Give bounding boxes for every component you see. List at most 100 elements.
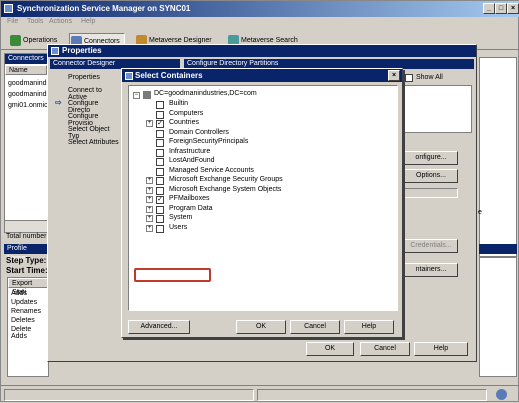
container-checkbox[interactable] [156, 215, 164, 223]
connector-row[interactable]: goodmanind [8, 91, 47, 98]
container-checkbox[interactable] [156, 205, 164, 214]
options-button[interactable]: Options... [404, 169, 458, 183]
connector-row[interactable]: gmi01.onmic [8, 102, 48, 109]
export-stat-header: Export Stati [8, 278, 48, 296]
properties-icon [51, 47, 59, 55]
select-cancel-button[interactable]: Cancel [290, 320, 340, 334]
container-checkbox[interactable] [156, 110, 164, 119]
select-ok-button[interactable]: OK [236, 320, 286, 334]
start-time-label: Start Time: [6, 266, 48, 275]
container-label[interactable]: Users [169, 224, 187, 231]
operations-label: Operations [23, 37, 58, 44]
show-all-checkbox[interactable] [405, 74, 413, 82]
stat-row: Updates [11, 299, 38, 306]
minimize-button[interactable]: _ [483, 3, 495, 14]
expand-icon[interactable]: + [146, 205, 153, 213]
current-step-arrow-icon: ⇨ [55, 98, 62, 107]
select-containers-title: Select Containers [135, 71, 203, 80]
container-label[interactable]: PFMailboxes [169, 195, 209, 202]
title-bar: Synchronization Service Manager on SYNC0… [1, 1, 519, 17]
container-label[interactable]: Computers [169, 110, 203, 117]
operations-icon [10, 35, 21, 46]
container-checkbox[interactable] [156, 101, 164, 109]
container-label[interactable]: Countries [169, 119, 199, 126]
step-type-label: Step Type: [6, 256, 47, 265]
container-label[interactable]: ForeignSecurityPrincipals [169, 138, 248, 145]
expand-icon[interactable]: + [146, 224, 153, 232]
properties-cancel-button[interactable]: Cancel [360, 342, 410, 356]
container-label[interactable]: Managed Service Accounts [169, 167, 254, 174]
container-label[interactable]: Domain Controllers [169, 129, 229, 136]
nav-select-attributes[interactable]: Select Attributes [68, 139, 119, 146]
root-label[interactable]: DC=goodmanindustries,DC=com [154, 90, 257, 97]
container-checkbox[interactable]: ✓ [156, 120, 164, 128]
stat-row: Adds [11, 290, 27, 297]
partition-input[interactable] [404, 188, 458, 198]
container-checkbox[interactable] [156, 158, 164, 166]
window-title: Synchronization Service Manager on SYNC0… [17, 4, 191, 13]
nav-configure-directory[interactable]: Configure Directo [68, 100, 121, 114]
nav-configure-provisioning[interactable]: Configure Provisio [68, 113, 121, 127]
right-lower-pane [479, 257, 517, 377]
maximize-button[interactable]: □ [495, 3, 507, 14]
partitions-list[interactable] [404, 85, 472, 133]
configure-button[interactable]: onfigure... [404, 151, 458, 165]
container-checkbox[interactable]: ✓ [156, 196, 164, 204]
containers-button[interactable]: ntainers... [404, 263, 458, 277]
credentials-button[interactable]: Credentials... [404, 239, 458, 253]
status-bar [1, 385, 519, 403]
root-collapse-icon[interactable]: − [133, 92, 140, 99]
properties-ok-button[interactable]: OK [306, 342, 354, 356]
properties-help-button[interactable]: Help [414, 342, 468, 356]
menu-actions[interactable]: Actions [49, 18, 72, 25]
connectors-header: Connectors [5, 54, 47, 64]
connectors-pane: Connectors Name goodmanind goodmanind gm… [4, 53, 48, 233]
container-label[interactable]: System [169, 214, 192, 221]
container-checkbox[interactable] [156, 186, 164, 195]
total-number-label: Total number [6, 233, 47, 240]
right-background-pane [479, 57, 517, 257]
container-label[interactable]: Program Data [169, 205, 213, 212]
sync-service-manager-window: Synchronization Service Manager on SYNC0… [0, 0, 519, 402]
container-checkbox[interactable] [156, 148, 164, 157]
expand-icon[interactable]: + [146, 196, 153, 203]
status-pane-main [4, 389, 254, 401]
horizontal-scrollbar[interactable] [5, 220, 47, 232]
connector-row[interactable]: goodmanind [8, 80, 47, 87]
container-label[interactable]: Builtin [169, 100, 188, 107]
expand-icon[interactable]: + [146, 215, 153, 222]
name-column-header[interactable]: Name [5, 65, 47, 75]
container-label[interactable]: Microsoft Exchange System Objects [169, 186, 281, 193]
select-containers-title-bar: Select Containers × [122, 69, 402, 82]
container-checkbox[interactable] [156, 139, 164, 147]
status-pane-secondary [257, 389, 487, 401]
nav-properties[interactable]: Properties [68, 74, 100, 81]
container-label[interactable]: LostAndFound [169, 157, 215, 164]
select-containers-close-button[interactable]: × [388, 70, 400, 81]
select-containers-dialog: Select Containers × − DC=goodmanindustri… [121, 68, 403, 338]
side-char: e [478, 209, 482, 216]
close-button[interactable]: × [507, 3, 519, 14]
show-all-label: Show All [416, 74, 443, 81]
select-containers-icon [125, 72, 133, 80]
expand-icon[interactable]: + [146, 120, 153, 127]
advanced-button[interactable]: Advanced... [128, 320, 190, 334]
expand-icon[interactable]: + [146, 186, 153, 194]
nav-connect-active[interactable]: Connect to Active [68, 87, 121, 101]
stat-row: Deletes [11, 317, 35, 324]
container-checkbox[interactable] [156, 129, 164, 138]
profile-name-label: Profile Name: [4, 244, 48, 262]
container-checkbox[interactable] [156, 167, 164, 176]
container-label[interactable]: Infrastructure [169, 148, 210, 155]
menu-tools[interactable]: Tools [27, 18, 43, 25]
container-checkbox[interactable] [156, 224, 164, 233]
properties-title: Properties [62, 46, 102, 55]
expand-icon[interactable]: + [146, 177, 153, 184]
metaverse-designer-label: Metaverse Designer [149, 37, 212, 44]
container-checkbox[interactable] [156, 177, 164, 185]
select-help-button[interactable]: Help [344, 320, 394, 334]
menu-file[interactable]: File [7, 18, 18, 25]
nav-select-object-types[interactable]: Select Object Typ [68, 126, 121, 140]
container-label[interactable]: Microsoft Exchange Security Groups [169, 176, 283, 183]
menu-help[interactable]: Help [81, 18, 95, 25]
